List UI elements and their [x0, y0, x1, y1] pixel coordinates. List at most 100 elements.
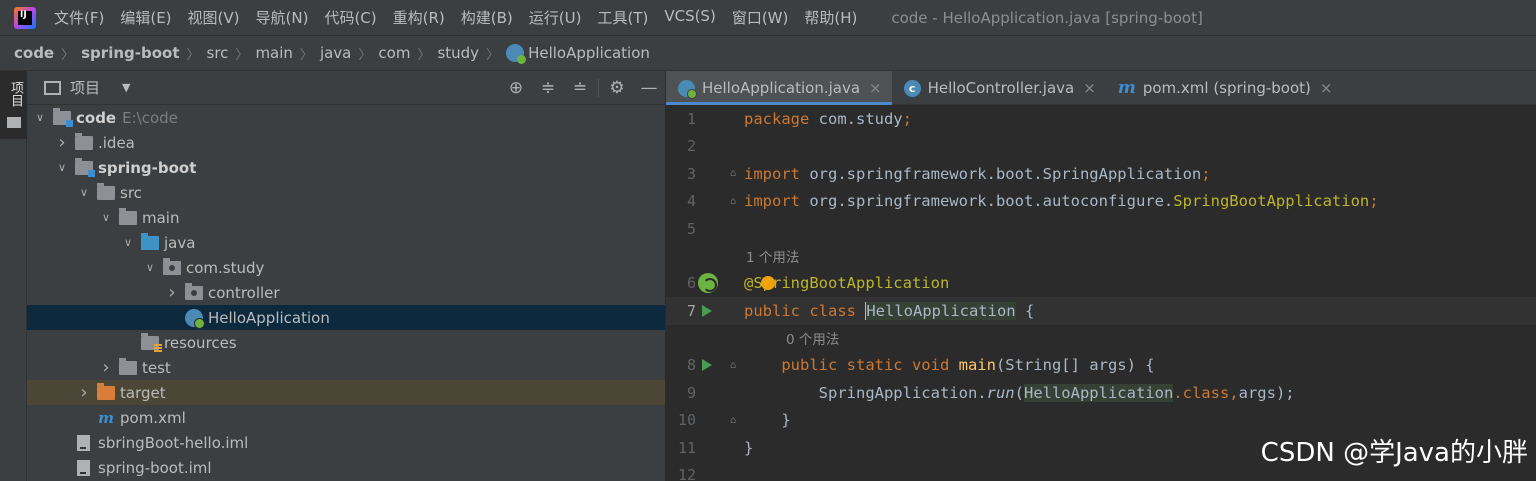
code-text: } [744, 411, 790, 429]
fold-icon[interactable]: ⌂ [730, 415, 744, 426]
expand-all-icon[interactable]: ≑ [532, 78, 564, 98]
code-line[interactable]: 6 @SpringBootApplication [666, 270, 1536, 298]
usage-hint-text: 1 个用法 [746, 250, 800, 266]
menu-item[interactable]: VCS(S) [656, 7, 723, 28]
run-icon[interactable] [702, 359, 712, 372]
breadcrumb-item[interactable]: study [437, 44, 479, 62]
close-icon[interactable]: × [1083, 79, 1096, 97]
editor-tab[interactable]: m pom.xml (spring-boot) × [1106, 71, 1343, 105]
locate-icon[interactable]: ⊕ [500, 78, 532, 98]
code-line[interactable]: 3 ⌂ import org.springframework.boot.Spring… [666, 160, 1536, 188]
menu-item[interactable]: 运行(U) [521, 7, 590, 28]
breadcrumb-item[interactable]: com [378, 44, 410, 62]
close-icon[interactable]: × [869, 79, 882, 97]
tree-item[interactable]: ∨ com.study [27, 255, 665, 280]
code-line[interactable]: 1 package com.study; [666, 105, 1536, 133]
code-line[interactable]: 9 SpringApplication.run(HelloApplication… [666, 379, 1536, 407]
intellij-logo-icon[interactable]: IJ [14, 6, 36, 29]
spring-class-icon [506, 44, 527, 64]
tree-item[interactable]: › controller [27, 280, 665, 305]
code-area[interactable]: 1 package com.study; 2 3 ⌂ import org.springf… [666, 105, 1536, 481]
menu-item[interactable]: 重构(R) [385, 7, 453, 28]
project-panel-title[interactable]: 项目 [70, 77, 100, 98]
menu-item[interactable]: 帮助(H) [796, 7, 865, 28]
tree-item-label: test [142, 358, 171, 377]
fold-icon[interactable]: ⌂ [730, 196, 744, 207]
tree-item[interactable]: › target [27, 380, 665, 405]
menu-item[interactable]: 编辑(E) [112, 7, 179, 28]
tree-item[interactable]: ∨ java [27, 230, 665, 255]
collapse-all-icon[interactable]: ≐ [564, 78, 596, 98]
watermark: CSDN @学Java的小胖 [1260, 438, 1528, 468]
chevron-right-icon[interactable]: › [55, 132, 69, 153]
spring-bean-icon[interactable] [698, 273, 718, 294]
tree-item[interactable]: › .idea [27, 130, 665, 155]
tree-item[interactable]: › test [27, 355, 665, 380]
tree-item[interactable]: ∨ code E:\code [27, 105, 665, 130]
code-token: ; [902, 109, 912, 128]
breadcrumb: code 〉 spring-boot 〉 src 〉 main 〉 java 〉 com 〉 study… [0, 35, 1536, 71]
tree-item[interactable]: ∨ src [27, 180, 665, 205]
chevron-right-icon[interactable]: › [165, 282, 179, 303]
iml-file-icon [77, 434, 90, 451]
chevron-down-icon[interactable]: ∨ [55, 161, 69, 174]
chevron-right-icon: 〉 [61, 47, 75, 63]
chevron-down-icon[interactable]: ∨ [121, 236, 135, 249]
tree-item[interactable]: ›HelloApplication [27, 305, 665, 330]
menu-item[interactable]: 代码(C) [316, 7, 384, 28]
chevron-down-icon[interactable]: ∨ [99, 211, 113, 224]
editor-tab[interactable]: c HelloController.java × [892, 71, 1106, 105]
breadcrumb-item[interactable]: src [207, 44, 229, 62]
menu-item[interactable]: 文件(F) [46, 7, 112, 28]
code-token: HelloApplication [1023, 383, 1174, 402]
menu-item[interactable]: 窗口(W) [724, 7, 797, 28]
lightbulb-icon[interactable] [761, 275, 775, 290]
breadcrumb-item[interactable]: HelloApplication [528, 44, 650, 62]
code-line[interactable]: 7 public class HelloApplication { [666, 297, 1536, 325]
menu-item[interactable]: 视图(V) [180, 7, 248, 28]
tree-item[interactable]: ∨ spring-boot [27, 155, 665, 180]
chevron-down-icon[interactable]: ∨ [33, 111, 47, 124]
code-line[interactable]: 2 [666, 133, 1536, 161]
tree-item[interactable]: ›resources [27, 330, 665, 355]
code-line[interactable]: 10 ⌂ } [666, 407, 1536, 435]
tree-item[interactable]: ›spring-boot.iml [27, 455, 665, 480]
fold-icon[interactable]: ⌂ [730, 168, 744, 179]
editor-tab[interactable]: HelloApplication.java × [666, 71, 892, 105]
breadcrumb-item[interactable]: java [320, 44, 351, 62]
tree-item[interactable]: ›mpom.xml [27, 405, 665, 430]
chevron-down-icon[interactable]: ∨ [143, 261, 157, 274]
chevron-right-icon[interactable]: › [99, 357, 113, 378]
tree-item[interactable]: ∨ main [27, 205, 665, 230]
gear-icon[interactable]: ⚙ [601, 78, 633, 98]
iml-file-icon [77, 459, 90, 476]
code-token: SpringApplication. [744, 383, 987, 402]
code-token: } [744, 438, 754, 457]
code-line[interactable]: 4 ⌂ import org.springframework.boot.autoco… [666, 188, 1536, 216]
fold-icon[interactable]: ⌂ [730, 360, 744, 371]
code-token: run [986, 383, 1015, 402]
chevron-right-icon[interactable]: › [77, 382, 91, 403]
code-line[interactable]: 8 ⌂ public static void main(String[] args… [666, 352, 1536, 380]
project-tool-tab[interactable]: 项目 [0, 71, 27, 139]
folder-icon [119, 207, 137, 225]
minimize-icon[interactable]: — [633, 78, 665, 98]
breadcrumb-item[interactable]: spring-boot [81, 44, 179, 62]
tree-item[interactable]: ›sbringBoot-hello.iml [27, 430, 665, 455]
package-icon [163, 257, 181, 275]
usage-hint[interactable]: 1 个用法 [666, 243, 1536, 270]
run-icon[interactable] [702, 304, 712, 317]
usage-hint[interactable]: 0 个用法 [666, 325, 1536, 352]
menu-item[interactable]: 构建(B) [453, 7, 521, 28]
line-number: 5 [686, 219, 696, 238]
line-number: 10 [677, 411, 696, 430]
excluded-folder-icon [97, 382, 115, 400]
close-icon[interactable]: × [1320, 79, 1333, 97]
chevron-down-icon[interactable]: ∨ [77, 186, 91, 199]
code-line[interactable]: 5 [666, 215, 1536, 243]
breadcrumb-item[interactable]: code [14, 44, 54, 62]
breadcrumb-item[interactable]: main [255, 44, 292, 62]
chevron-down-icon[interactable]: ▼ [122, 81, 130, 94]
menu-item[interactable]: 导航(N) [248, 7, 317, 28]
menu-item[interactable]: 工具(T) [589, 7, 656, 28]
